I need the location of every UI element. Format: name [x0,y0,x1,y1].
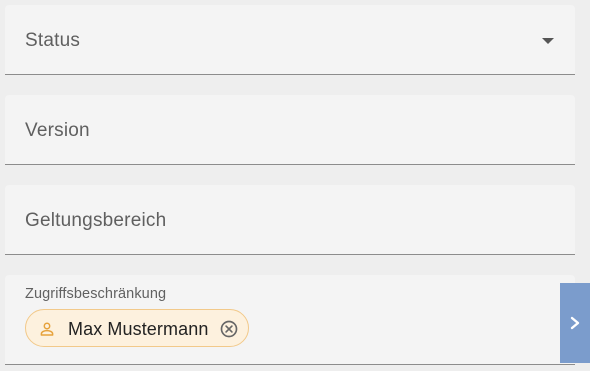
close-circle-icon[interactable] [219,319,239,339]
user-chip[interactable]: Max Mustermann [25,309,249,347]
access-restriction-label: Zugriffsbeschränkung [25,286,167,302]
dropdown-arrow-icon[interactable] [542,38,554,44]
status-label: Status [25,30,81,51]
status-select[interactable]: Status [5,5,575,75]
scope-label: Geltungsbereich [25,210,167,231]
scope-field[interactable]: Geltungsbereich [5,185,575,255]
chevron-right-icon [570,316,580,330]
access-restriction-field[interactable]: Zugriffsbeschränkung Max Mustermann [5,275,575,365]
person-icon [40,322,54,336]
user-chip-label: Max Mustermann [68,319,209,339]
side-panel-toggle-button[interactable] [560,283,590,363]
version-field[interactable]: Version [5,95,575,165]
version-label: Version [25,120,90,141]
